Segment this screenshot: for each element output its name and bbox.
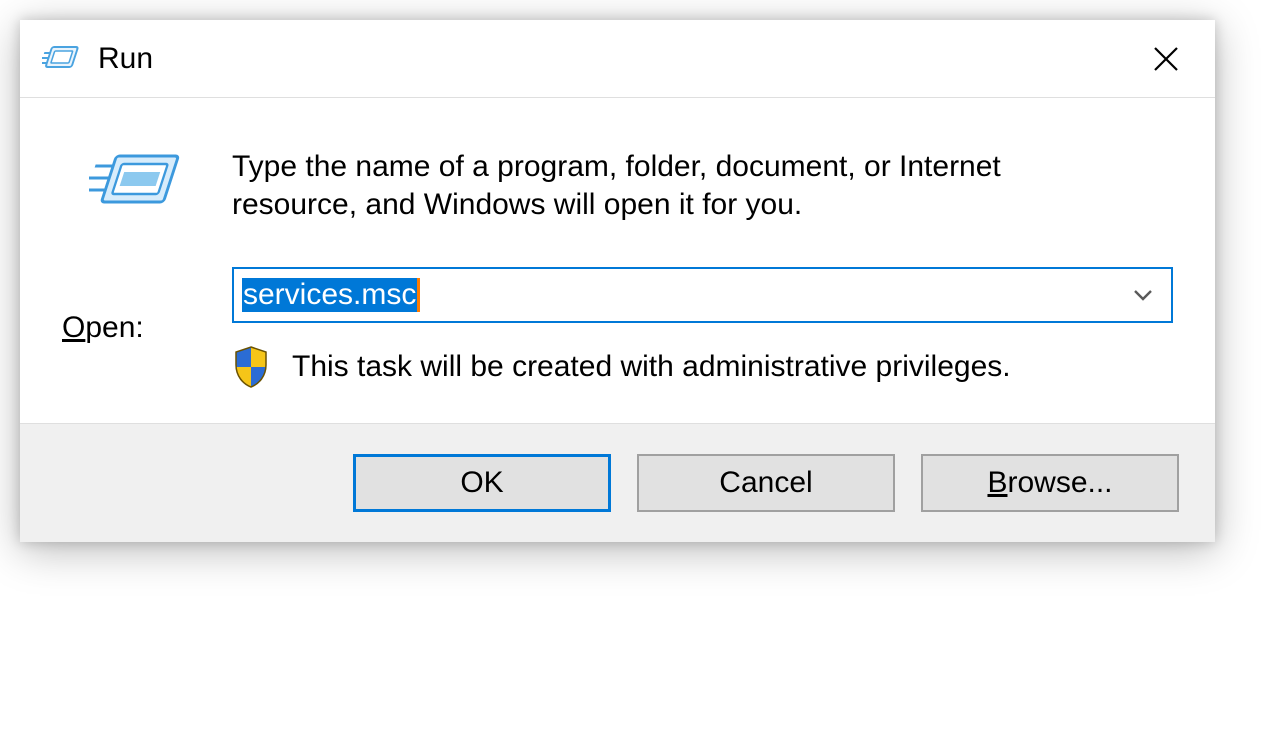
open-combobox[interactable]: services.msc — [232, 267, 1173, 323]
open-input[interactable] — [242, 277, 1123, 313]
uac-shield-icon — [232, 345, 270, 389]
instructions-text: Type the name of a program, folder, docu… — [232, 148, 1173, 225]
open-label: Open: — [62, 311, 212, 345]
close-button[interactable] — [1121, 20, 1211, 98]
titlebar: Run — [20, 20, 1215, 98]
window-title: Run — [98, 42, 1121, 76]
browse-accelerator: B — [987, 466, 1007, 500]
close-icon — [1151, 44, 1181, 74]
browse-button[interactable]: Browse... — [921, 454, 1179, 512]
admin-privileges-text: This task will be created with administr… — [292, 350, 1011, 384]
button-bar: OK Cancel Browse... — [20, 423, 1215, 542]
dialog-body: Type the name of a program, folder, docu… — [20, 98, 1215, 423]
run-dialog: Run Type the name of a program, fo — [20, 20, 1215, 542]
run-icon — [62, 148, 212, 218]
combobox-dropdown-button[interactable] — [1129, 281, 1157, 309]
admin-privileges-notice: This task will be created with administr… — [232, 345, 1173, 389]
browse-label-rest: rowse... — [1007, 466, 1112, 500]
run-icon — [42, 41, 80, 77]
chevron-down-icon — [1129, 281, 1157, 309]
cancel-button[interactable]: Cancel — [637, 454, 895, 512]
ok-button[interactable]: OK — [353, 454, 611, 512]
